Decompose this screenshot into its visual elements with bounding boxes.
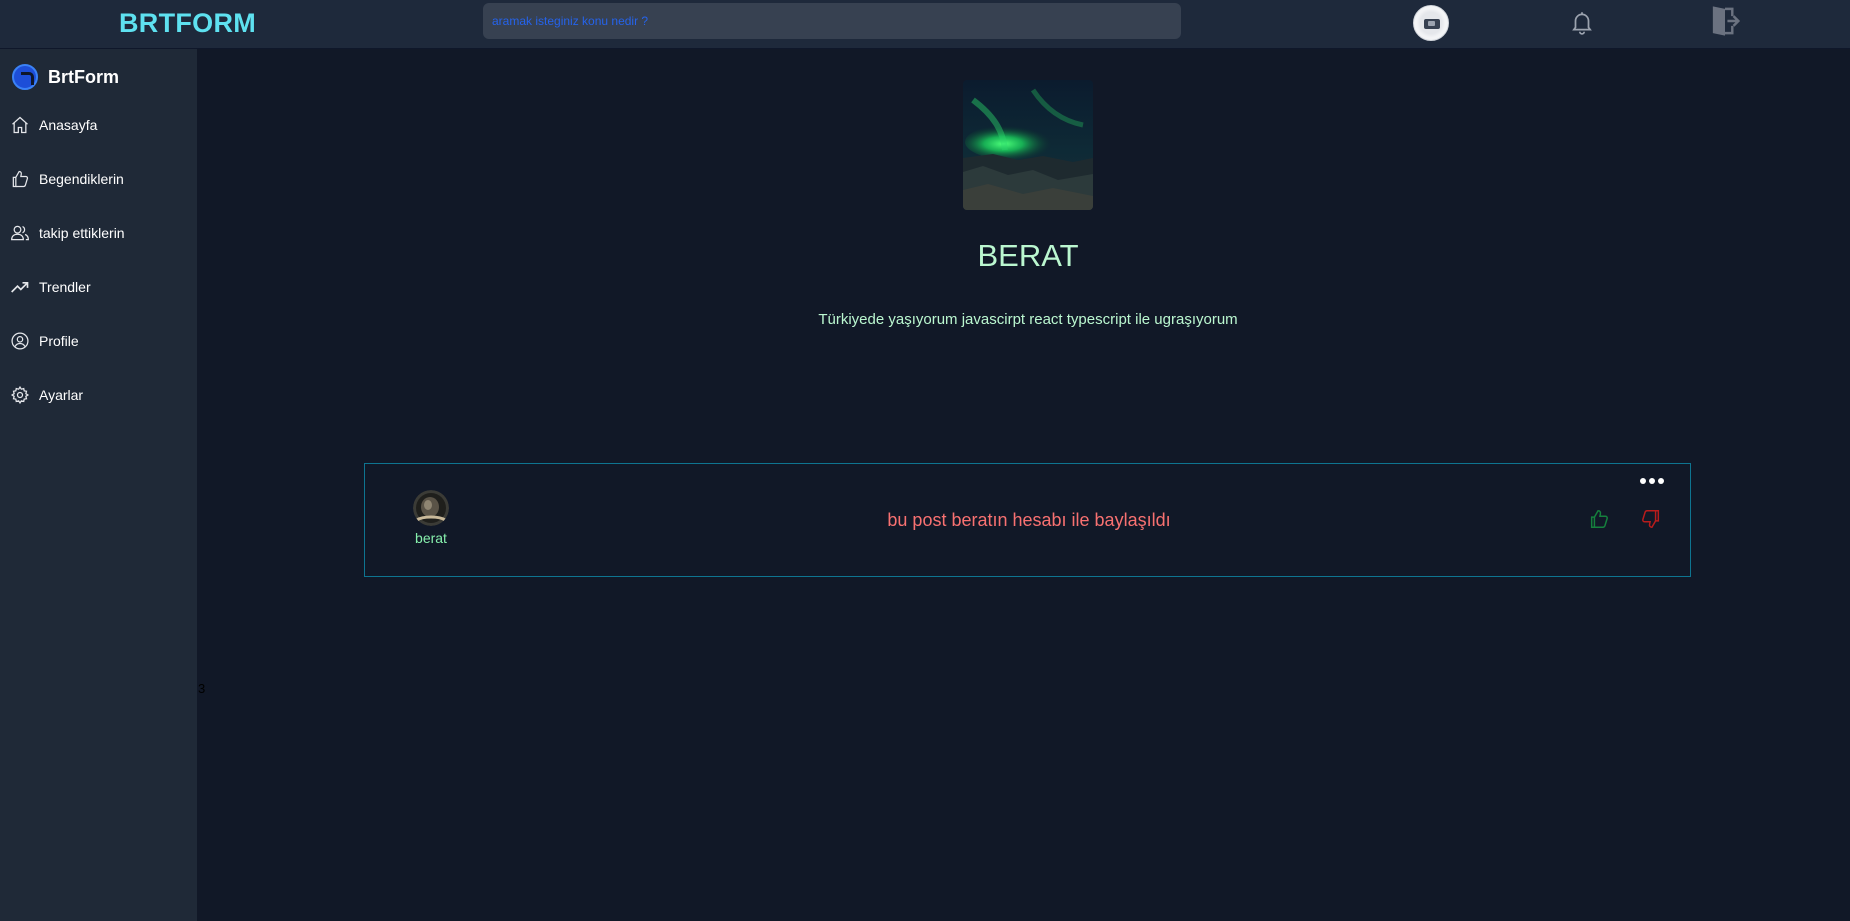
sidebar-item-profile[interactable]: Profile — [0, 321, 197, 361]
sidebar-item-label: Ayarlar — [39, 387, 84, 403]
user-circle-icon — [11, 332, 29, 350]
profile-name: BERAT — [977, 238, 1079, 273]
sidebar-item-label: takip ettiklerin — [39, 225, 125, 241]
avatar-image — [1424, 19, 1440, 29]
search-input[interactable] — [483, 3, 1181, 39]
sidebar-brand-label: BrtForm — [48, 66, 119, 87]
user-avatar[interactable] — [1413, 5, 1449, 41]
app-logo-text[interactable]: BRTFORM — [119, 8, 256, 39]
sidebar-item-label: Begendiklerin — [39, 171, 124, 187]
avatar-image — [413, 490, 449, 526]
sidebar-item-begendiklerin[interactable]: Begendiklerin — [0, 159, 197, 199]
sidebar-brand[interactable]: BrtForm — [12, 64, 119, 90]
users-icon — [11, 225, 29, 241]
more-options-icon[interactable] — [1638, 476, 1666, 486]
profile-cover-image — [963, 80, 1093, 210]
post-avatar[interactable] — [413, 490, 449, 526]
sidebar: BrtForm Anasayfa Begendiklerin takip ett… — [0, 49, 197, 921]
brand-logo-icon — [12, 64, 38, 90]
post-card: berat bu post beratın hesabı ile baylaşı… — [364, 463, 1691, 577]
bell-icon[interactable] — [1569, 8, 1595, 36]
post-username[interactable]: berat — [401, 530, 461, 546]
thumbs-down-icon[interactable] — [1640, 508, 1662, 530]
sidebar-item-anasayfa[interactable]: Anasayfa — [0, 105, 197, 145]
sidebar-item-label: Anasayfa — [39, 117, 98, 133]
thumbs-up-icon — [12, 170, 29, 188]
sidebar-item-label: Trendler — [39, 279, 91, 295]
sidebar-item-label: Profile — [39, 333, 79, 349]
stray-text: 3 — [198, 681, 206, 696]
post-text: bu post beratın hesabı ile baylaşıldı — [887, 510, 1171, 530]
sidebar-item-ayarlar[interactable]: Ayarlar — [0, 375, 197, 415]
sidebar-item-takip-ettiklerin[interactable]: takip ettiklerin — [0, 213, 197, 253]
profile-bio: Türkiyede yaşıyorum javascirpt react typ… — [818, 311, 1238, 328]
sidebar-item-trendler[interactable]: Trendler — [0, 267, 197, 307]
trending-icon — [11, 282, 29, 293]
thumbs-up-icon[interactable] — [1588, 508, 1610, 530]
gear-icon — [10, 385, 30, 405]
home-icon — [12, 116, 28, 134]
aurora-image — [963, 80, 1093, 210]
top-bar: BRTFORM — [0, 0, 1850, 49]
logout-icon[interactable] — [1710, 4, 1740, 38]
